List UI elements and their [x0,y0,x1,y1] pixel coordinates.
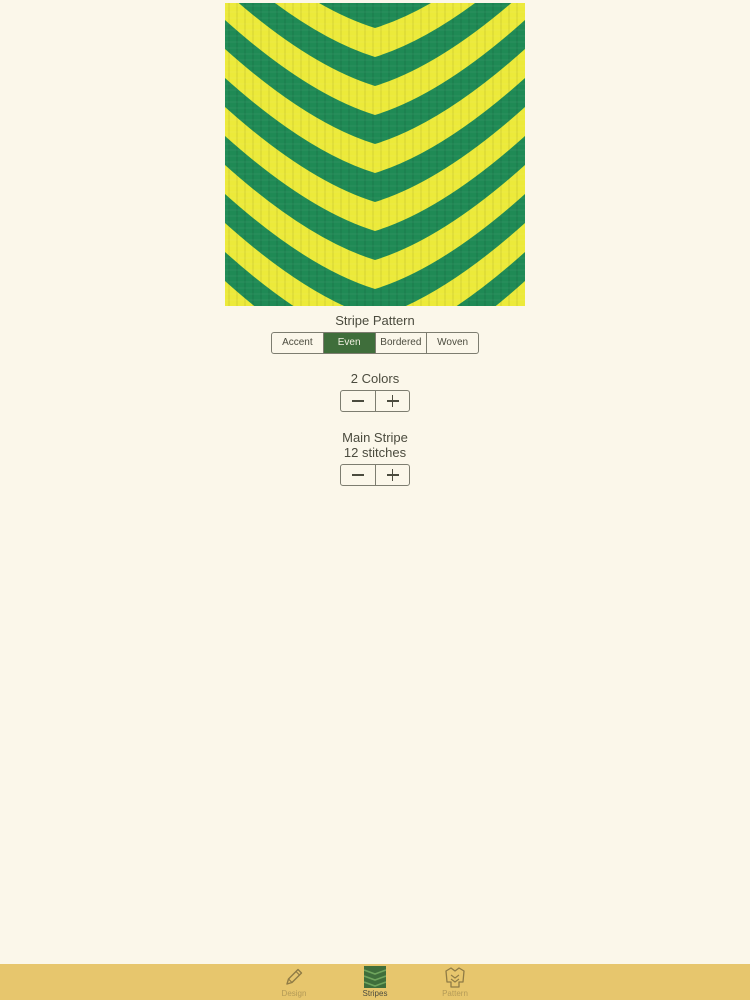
segment-woven[interactable]: Woven [427,333,478,353]
segment-bordered[interactable]: Bordered [376,333,428,353]
colors-count-label: 2 Colors [350,371,400,386]
colors-decrement-button[interactable] [341,391,376,411]
stripes-icon [364,966,386,988]
segment-accent[interactable]: Accent [272,333,324,353]
tab-pattern-label: Pattern [442,989,468,998]
pencil-icon [286,968,303,985]
main-stripe-increment-button[interactable] [376,465,410,485]
tab-design[interactable]: Design [264,964,324,1000]
tab-bar: Design Stripes Pattern [0,964,750,1000]
tab-design-label: Design [281,989,307,998]
stripe-pattern-title: Stripe Pattern [335,313,415,328]
colors-count-stepper[interactable] [340,390,410,412]
main-stripe-stepper[interactable] [340,464,410,486]
colors-increment-button[interactable] [376,391,410,411]
stripe-preview-image [225,3,525,306]
segment-even[interactable]: Even [323,333,376,353]
main-stripe-decrement-button[interactable] [341,465,376,485]
tab-pattern[interactable]: Pattern [425,964,485,1000]
main-stripe-value: 12 stitches [343,445,407,460]
tab-stripes-label: Stripes [362,989,388,998]
sweater-icon [445,967,465,988]
main-stripe-title: Main Stripe [342,430,408,445]
tab-stripes[interactable]: Stripes [345,964,405,1000]
knit-chevron-graphic [225,3,525,306]
stripe-pattern-segmented-control[interactable]: Accent Even Bordered Woven [271,332,479,354]
